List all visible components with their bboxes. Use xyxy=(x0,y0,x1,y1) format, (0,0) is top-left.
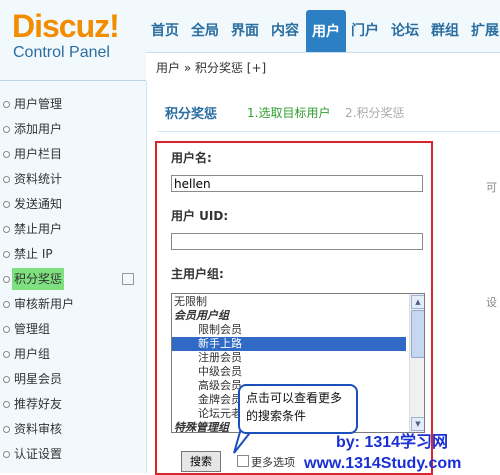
group-option[interactable]: 限制会员 xyxy=(172,323,406,337)
sidebar: 用户管理添加用户用户栏目资料统计发送通知禁止用户禁止 IP 积分奖惩审核新用户管理… xyxy=(0,81,147,473)
sidebar-item-label: 管理组 xyxy=(14,322,51,336)
sidebar-item[interactable]: 用户栏目 xyxy=(0,143,146,165)
watermark: by: 1314学习网 www.1314Study.com xyxy=(304,432,500,474)
group-option[interactable]: 无限制 xyxy=(172,295,406,309)
watermark-line-2: www.1314Study.com xyxy=(304,455,462,472)
step-2: 2.积分奖惩 xyxy=(345,106,405,120)
group-option[interactable]: 新手上路 xyxy=(172,337,406,351)
bullet-icon xyxy=(3,101,10,108)
nav-tab[interactable]: 论坛 xyxy=(386,18,424,50)
bullet-icon xyxy=(3,201,10,208)
sidebar-item-label: 用户管理 xyxy=(14,97,63,111)
sidebar-item-label: 用户栏目 xyxy=(14,147,63,161)
sidebar-item-label: 禁止用户 xyxy=(14,222,63,236)
nav-tab[interactable]: 首页 xyxy=(146,18,184,50)
sidebar-item[interactable]: 明星会员 xyxy=(0,368,146,390)
sidebar-item[interactable]: 资料统计 xyxy=(0,168,146,190)
logo-brand: Discuz! xyxy=(12,8,120,44)
sidebar-item[interactable]: 禁止用户 xyxy=(0,218,146,240)
sidebar-item[interactable]: 资料审核 xyxy=(0,418,146,440)
nav-tab[interactable]: 全局 xyxy=(186,18,224,50)
bullet-icon xyxy=(3,401,10,408)
step-1: 1.选取目标用户 xyxy=(247,106,331,120)
sidebar-item[interactable]: 添加用户 xyxy=(0,118,146,140)
more-options-label[interactable]: 更多选项 xyxy=(251,454,295,470)
bullet-icon xyxy=(3,451,10,458)
nav-tab[interactable]: 用户 xyxy=(306,10,346,52)
sidebar-item-label: 添加用户 xyxy=(14,122,63,136)
nav-tab[interactable]: 群组 xyxy=(426,18,464,50)
sidebar-item-label: 积分奖惩 xyxy=(12,268,65,290)
bullet-icon xyxy=(3,176,10,183)
sidebar-item[interactable]: 用户管理 xyxy=(0,93,146,115)
logo[interactable]: Discuz! Control Panel xyxy=(12,8,142,68)
bullet-icon xyxy=(3,426,10,433)
group-option[interactable]: 中级会员 xyxy=(172,365,406,379)
sidebar-item[interactable]: 管理组 xyxy=(0,318,146,340)
breadcrumb-bar: 用户 » 积分奖惩 [+] xyxy=(146,52,500,81)
sidebar-item-label: 推荐好友 xyxy=(14,397,63,411)
scroll-thumb[interactable] xyxy=(411,310,424,358)
sidebar-item-label: 资料统计 xyxy=(14,172,63,186)
group-label: 主用户组: xyxy=(171,267,224,281)
breadcrumb: 用户 » 积分奖惩 [+] xyxy=(156,61,267,75)
bullet-icon xyxy=(3,226,10,233)
nav-tab[interactable]: 界面 xyxy=(226,18,264,50)
group-option-heading[interactable]: 会员用户组 xyxy=(172,309,406,323)
sidebar-item[interactable]: 积分奖惩 xyxy=(0,268,146,290)
sidebar-item[interactable]: 禁止 IP xyxy=(0,243,146,265)
top-nav: 首页 全局 界面 内容 用户 门户 论坛 群组 扩展 xyxy=(146,8,500,52)
step-header: 积分奖惩 1.选取目标用户 2.积分奖惩 xyxy=(165,103,404,122)
uid-input[interactable] xyxy=(171,233,423,250)
username-label: 用户名: xyxy=(171,151,212,165)
sidebar-item-label: 发送通知 xyxy=(14,197,63,211)
bullet-icon xyxy=(3,326,10,333)
sidebar-item-label: 明星会员 xyxy=(14,372,63,386)
open-new-window-icon[interactable] xyxy=(122,273,134,285)
hint-text-1: 可 xyxy=(486,181,497,194)
group-option[interactable]: 注册会员 xyxy=(172,351,406,365)
hint-text-2: 设 xyxy=(486,296,497,309)
group-list-scrollbar[interactable]: ▲ ▼ xyxy=(409,294,424,432)
nav-tab[interactable]: 门户 xyxy=(346,18,384,50)
nav-tab[interactable]: 内容 xyxy=(266,18,304,50)
scroll-up-icon[interactable]: ▲ xyxy=(411,295,424,309)
bullet-icon xyxy=(3,351,10,358)
sidebar-item-label: 审核新用户 xyxy=(14,297,75,311)
search-button[interactable]: 搜索 xyxy=(181,451,221,472)
bullet-icon xyxy=(3,376,10,383)
sidebar-item[interactable]: 用户组 xyxy=(0,343,146,365)
header: Discuz! Control Panel 首页 全局 界面 内容 用户 门户 论坛 群组 扩展… xyxy=(0,0,500,81)
divider xyxy=(157,131,500,132)
nav-tab[interactable]: 扩展 xyxy=(466,18,500,50)
bullet-icon xyxy=(3,301,10,308)
bullet-icon xyxy=(3,276,10,283)
callout-tooltip: 点击可以查看更多的搜索条件 xyxy=(238,384,358,434)
watermark-line-1: by: 1314学习网 xyxy=(336,434,449,451)
bullet-icon xyxy=(3,126,10,133)
logo-subtitle: Control Panel xyxy=(13,44,110,61)
username-input[interactable] xyxy=(171,175,423,192)
bullet-icon xyxy=(3,151,10,158)
more-options-checkbox[interactable] xyxy=(237,455,249,467)
sidebar-item-label: 用户组 xyxy=(14,347,51,361)
bullet-icon xyxy=(3,251,10,258)
sidebar-item[interactable]: 认证设置 xyxy=(0,443,146,465)
sidebar-item[interactable]: 发送通知 xyxy=(0,193,146,215)
scroll-down-icon[interactable]: ▼ xyxy=(411,417,424,431)
sidebar-item-label: 禁止 IP xyxy=(14,247,53,261)
sidebar-item-label: 认证设置 xyxy=(14,447,63,461)
sidebar-item[interactable]: 推荐好友 xyxy=(0,393,146,415)
sidebar-item-label: 资料审核 xyxy=(14,422,63,436)
uid-label: 用户 UID: xyxy=(171,209,229,223)
page-title: 积分奖惩 xyxy=(165,107,218,122)
sidebar-item[interactable]: 审核新用户 xyxy=(0,293,146,315)
